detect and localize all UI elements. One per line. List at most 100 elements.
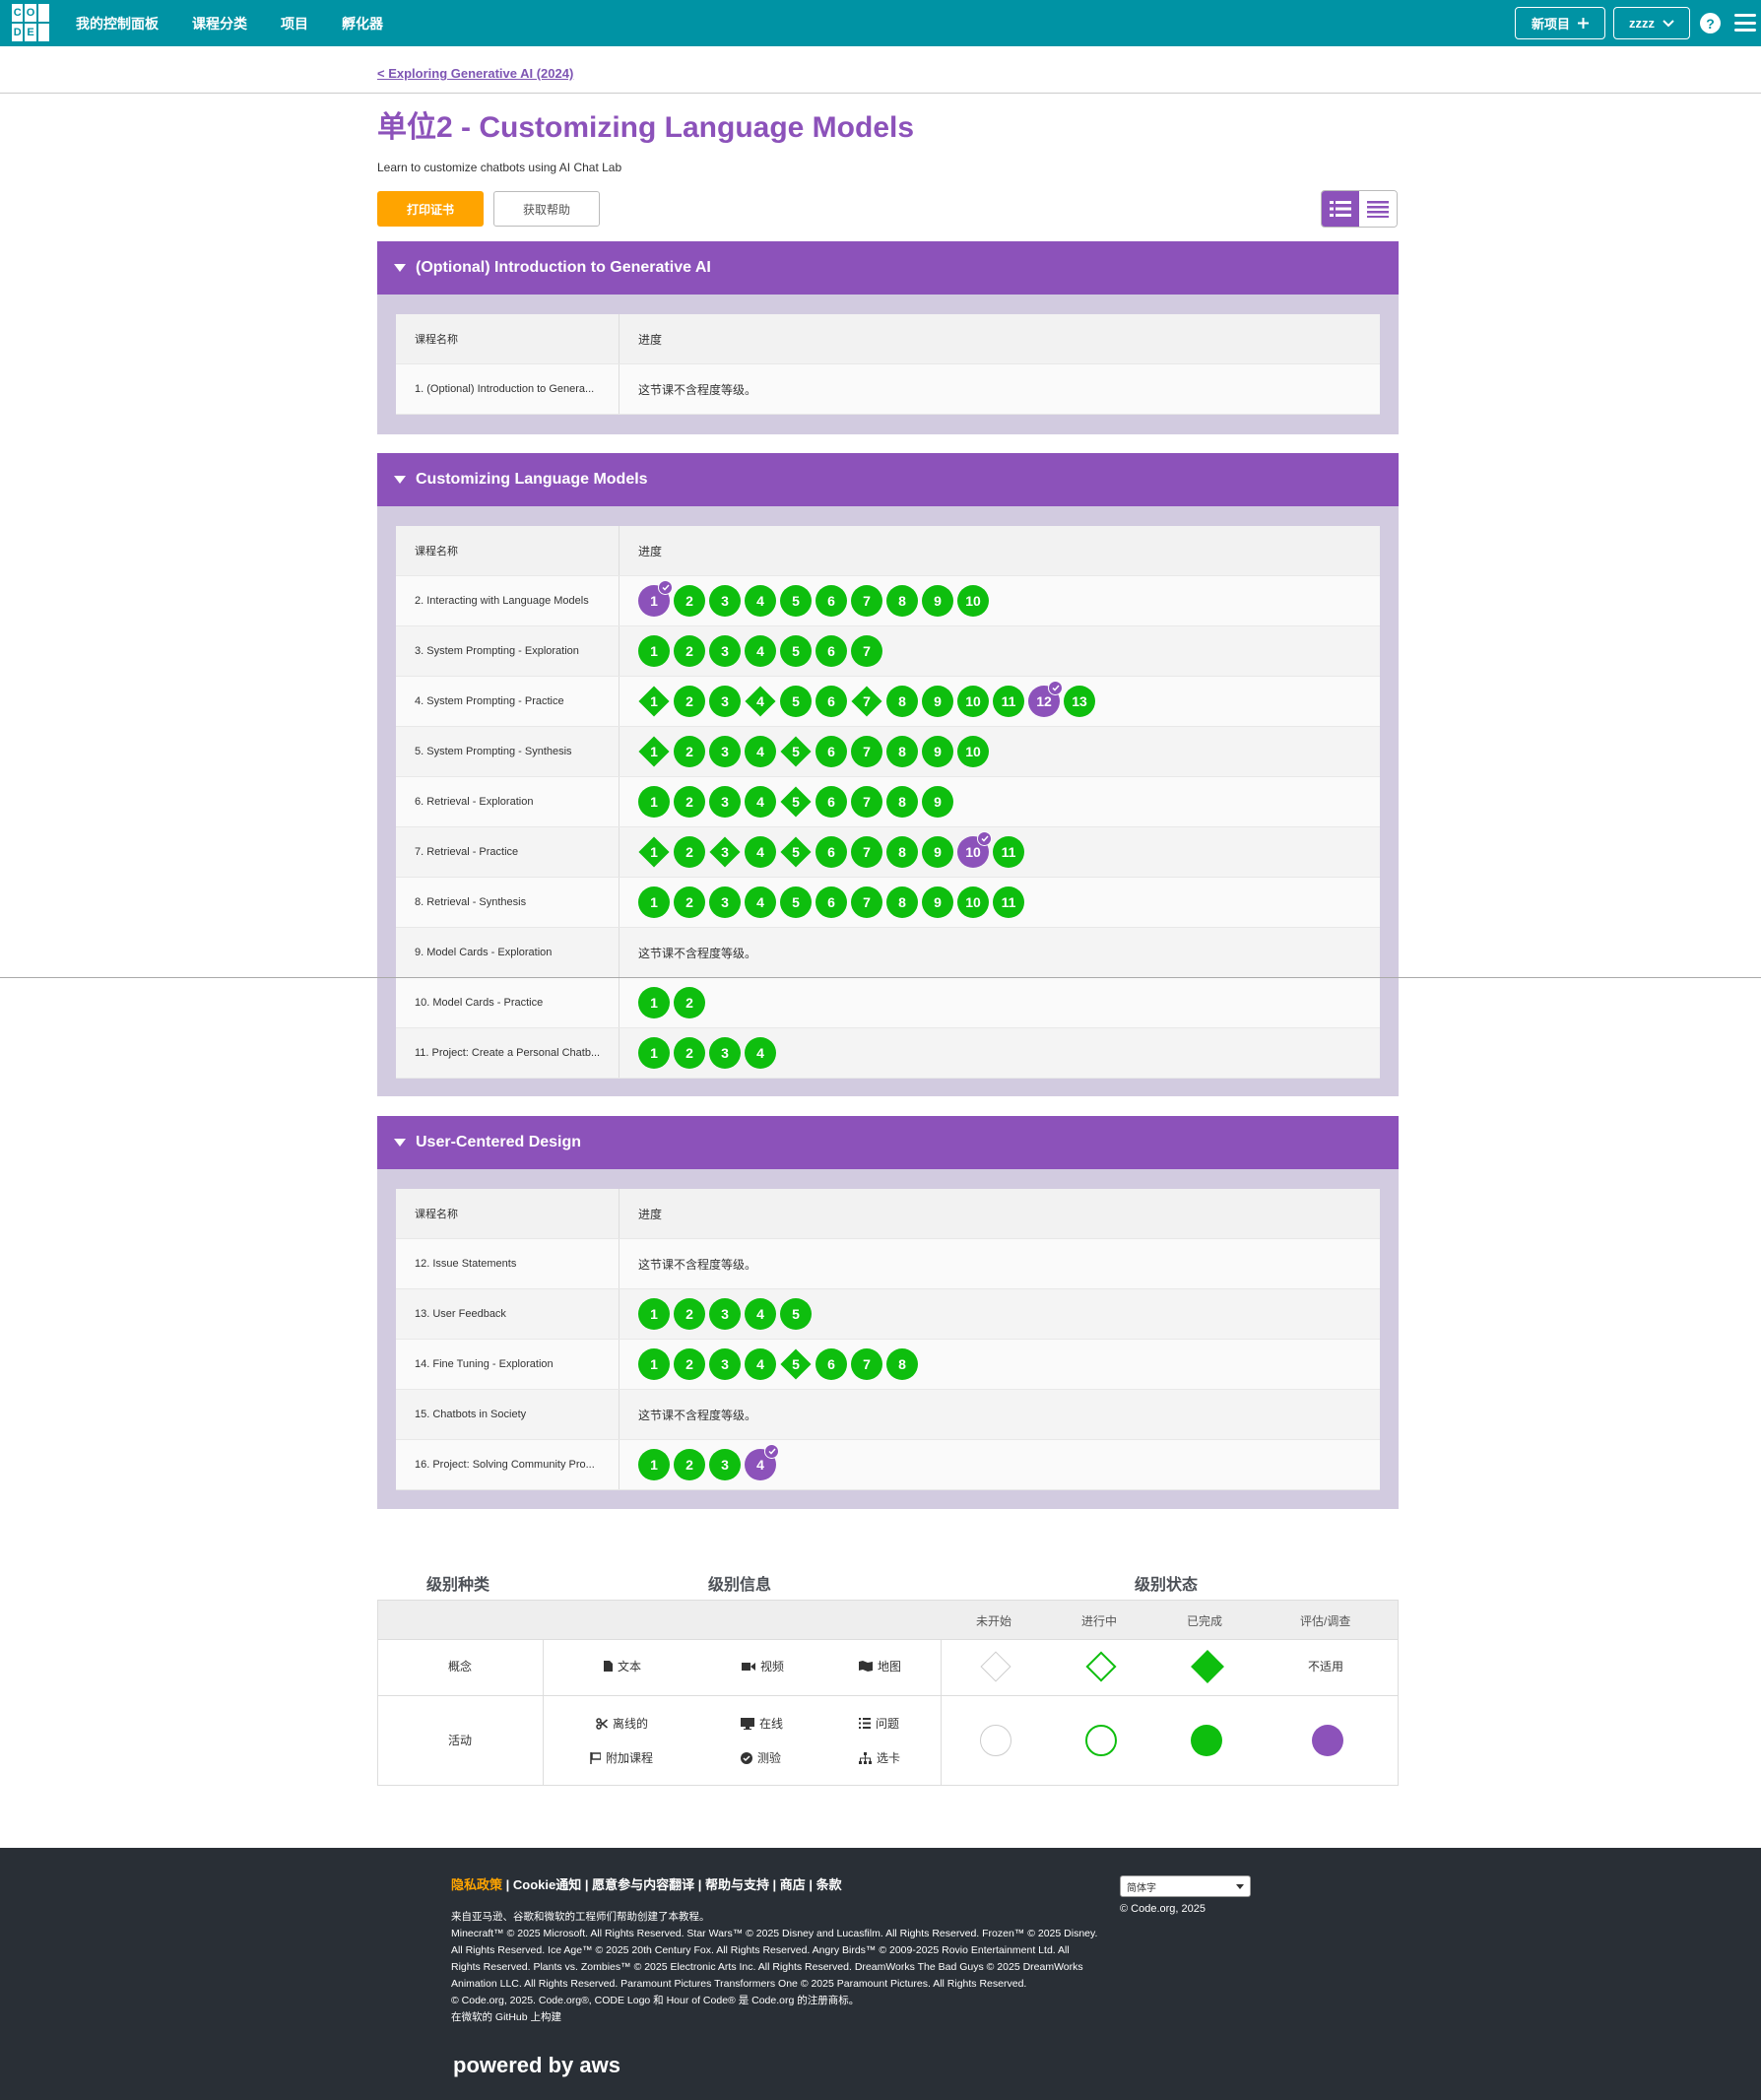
level-bubble[interactable]: 3 [709, 686, 741, 717]
level-bubble[interactable]: 2 [674, 1298, 705, 1330]
level-bubble[interactable]: 9 [922, 736, 953, 767]
level-bubble[interactable]: 8 [886, 836, 918, 868]
level-bubble[interactable]: 1 [638, 635, 670, 667]
level-bubble[interactable]: 7 [851, 786, 882, 818]
level-bubble[interactable]: 6 [815, 686, 847, 717]
code-logo[interactable]: C O D E [12, 4, 49, 41]
lesson-name[interactable]: 12. Issue Statements [396, 1239, 620, 1288]
level-bubble[interactable]: 1 [638, 580, 673, 617]
level-bubble[interactable]: 4 [745, 836, 776, 868]
level-bubble[interactable]: 9 [922, 886, 953, 918]
new-project-button[interactable]: 新项目 [1515, 7, 1605, 39]
level-diamond[interactable]: 1 [638, 686, 670, 717]
lesson-name[interactable]: 14. Fine Tuning - Exploration [396, 1340, 620, 1389]
level-bubble[interactable]: 2 [674, 1348, 705, 1380]
detail-view-button[interactable] [1322, 191, 1359, 227]
level-bubble[interactable]: 3 [709, 635, 741, 667]
level-bubble[interactable]: 4 [745, 1037, 776, 1069]
level-bubble[interactable]: 3 [709, 585, 741, 617]
level-diamond[interactable]: 1 [638, 836, 670, 868]
level-bubble[interactable]: 10 [957, 585, 989, 617]
level-bubble[interactable]: 8 [886, 585, 918, 617]
nav-course-catalog[interactable]: 课程分类 [192, 14, 247, 33]
level-bubble[interactable]: 11 [993, 686, 1024, 717]
level-bubble[interactable]: 3 [709, 1037, 741, 1069]
level-diamond[interactable]: 5 [780, 836, 812, 868]
level-bubble[interactable]: 8 [886, 886, 918, 918]
level-diamond[interactable]: 5 [780, 736, 812, 767]
level-bubble[interactable]: 7 [851, 736, 882, 767]
level-bubble[interactable]: 7 [851, 836, 882, 868]
level-bubble[interactable]: 1 [638, 886, 670, 918]
print-certificate-button[interactable]: 打印证书 [377, 191, 484, 227]
level-bubble[interactable]: 13 [1064, 686, 1095, 717]
level-bubble[interactable]: 6 [815, 786, 847, 818]
user-menu-button[interactable]: zzzz [1613, 7, 1690, 39]
level-bubble[interactable]: 1 [638, 1449, 670, 1480]
level-bubble[interactable]: 3 [709, 736, 741, 767]
level-bubble[interactable]: 9 [922, 836, 953, 868]
lesson-name[interactable]: 3. System Prompting - Exploration [396, 626, 620, 676]
level-bubble[interactable]: 8 [886, 736, 918, 767]
lesson-name[interactable]: 16. Project: Solving Community Pro... [396, 1440, 620, 1489]
level-bubble[interactable]: 9 [922, 585, 953, 617]
level-bubble[interactable]: 10 [957, 686, 989, 717]
level-bubble[interactable]: 4 [745, 585, 776, 617]
level-bubble[interactable]: 3 [709, 1449, 741, 1480]
level-bubble[interactable]: 4 [745, 1348, 776, 1380]
level-bubble[interactable]: 4 [745, 736, 776, 767]
level-bubble[interactable]: 10 [957, 831, 992, 868]
level-bubble[interactable]: 1 [638, 1348, 670, 1380]
nav-projects[interactable]: 项目 [281, 14, 308, 33]
level-bubble[interactable]: 3 [709, 886, 741, 918]
lesson-name[interactable]: 7. Retrieval - Practice [396, 827, 620, 877]
level-diamond[interactable]: 5 [780, 1348, 812, 1380]
breadcrumb-back-link[interactable]: < Exploring Generative AI (2024) [377, 66, 573, 81]
lesson-name[interactable]: 1. (Optional) Introduction to Genera... [396, 364, 620, 414]
level-diamond[interactable]: 3 [709, 836, 741, 868]
level-bubble[interactable]: 6 [815, 836, 847, 868]
language-select[interactable]: 简体字 [1120, 1875, 1251, 1897]
level-bubble[interactable]: 5 [780, 635, 812, 667]
level-bubble[interactable]: 5 [780, 886, 812, 918]
summary-view-button[interactable] [1359, 191, 1397, 227]
lesson-name[interactable]: 10. Model Cards - Practice [396, 978, 620, 1027]
lesson-name[interactable]: 15. Chatbots in Society [396, 1390, 620, 1439]
lesson-name[interactable]: 2. Interacting with Language Models [396, 576, 620, 625]
level-bubble[interactable]: 5 [780, 1298, 812, 1330]
level-diamond[interactable]: 7 [851, 686, 882, 717]
level-bubble[interactable]: 1 [638, 1298, 670, 1330]
level-bubble[interactable]: 4 [745, 1444, 779, 1480]
level-bubble[interactable]: 10 [957, 736, 989, 767]
level-bubble[interactable]: 2 [674, 987, 705, 1018]
lesson-name[interactable]: 6. Retrieval - Exploration [396, 777, 620, 826]
level-bubble[interactable]: 2 [674, 736, 705, 767]
level-bubble[interactable]: 5 [780, 585, 812, 617]
level-bubble[interactable]: 2 [674, 836, 705, 868]
level-diamond[interactable]: 1 [638, 736, 670, 767]
level-bubble[interactable]: 4 [745, 1298, 776, 1330]
level-bubble[interactable]: 2 [674, 635, 705, 667]
lesson-name[interactable]: 4. System Prompting - Practice [396, 677, 620, 726]
section-header[interactable]: Customizing Language Models [377, 453, 1399, 506]
level-bubble[interactable]: 2 [674, 786, 705, 818]
lesson-name[interactable]: 11. Project: Create a Personal Chatb... [396, 1028, 620, 1078]
level-diamond[interactable]: 4 [745, 686, 776, 717]
help-icon[interactable]: ? [1700, 13, 1721, 33]
level-bubble[interactable]: 12 [1028, 681, 1063, 717]
level-bubble[interactable]: 6 [815, 585, 847, 617]
level-bubble[interactable]: 7 [851, 585, 882, 617]
level-bubble[interactable]: 3 [709, 786, 741, 818]
level-bubble[interactable]: 6 [815, 1348, 847, 1380]
level-bubble[interactable]: 4 [745, 886, 776, 918]
level-bubble[interactable]: 6 [815, 886, 847, 918]
level-bubble[interactable]: 1 [638, 987, 670, 1018]
level-bubble[interactable]: 7 [851, 886, 882, 918]
level-bubble[interactable]: 8 [886, 1348, 918, 1380]
level-bubble[interactable]: 1 [638, 1037, 670, 1069]
level-bubble[interactable]: 10 [957, 886, 989, 918]
section-header[interactable]: (Optional) Introduction to Generative AI [377, 241, 1399, 295]
footer-github-link[interactable]: 在微软的 GitHub 上构建 [451, 2009, 1101, 2026]
level-bubble[interactable]: 8 [886, 786, 918, 818]
level-bubble[interactable]: 11 [993, 836, 1024, 868]
